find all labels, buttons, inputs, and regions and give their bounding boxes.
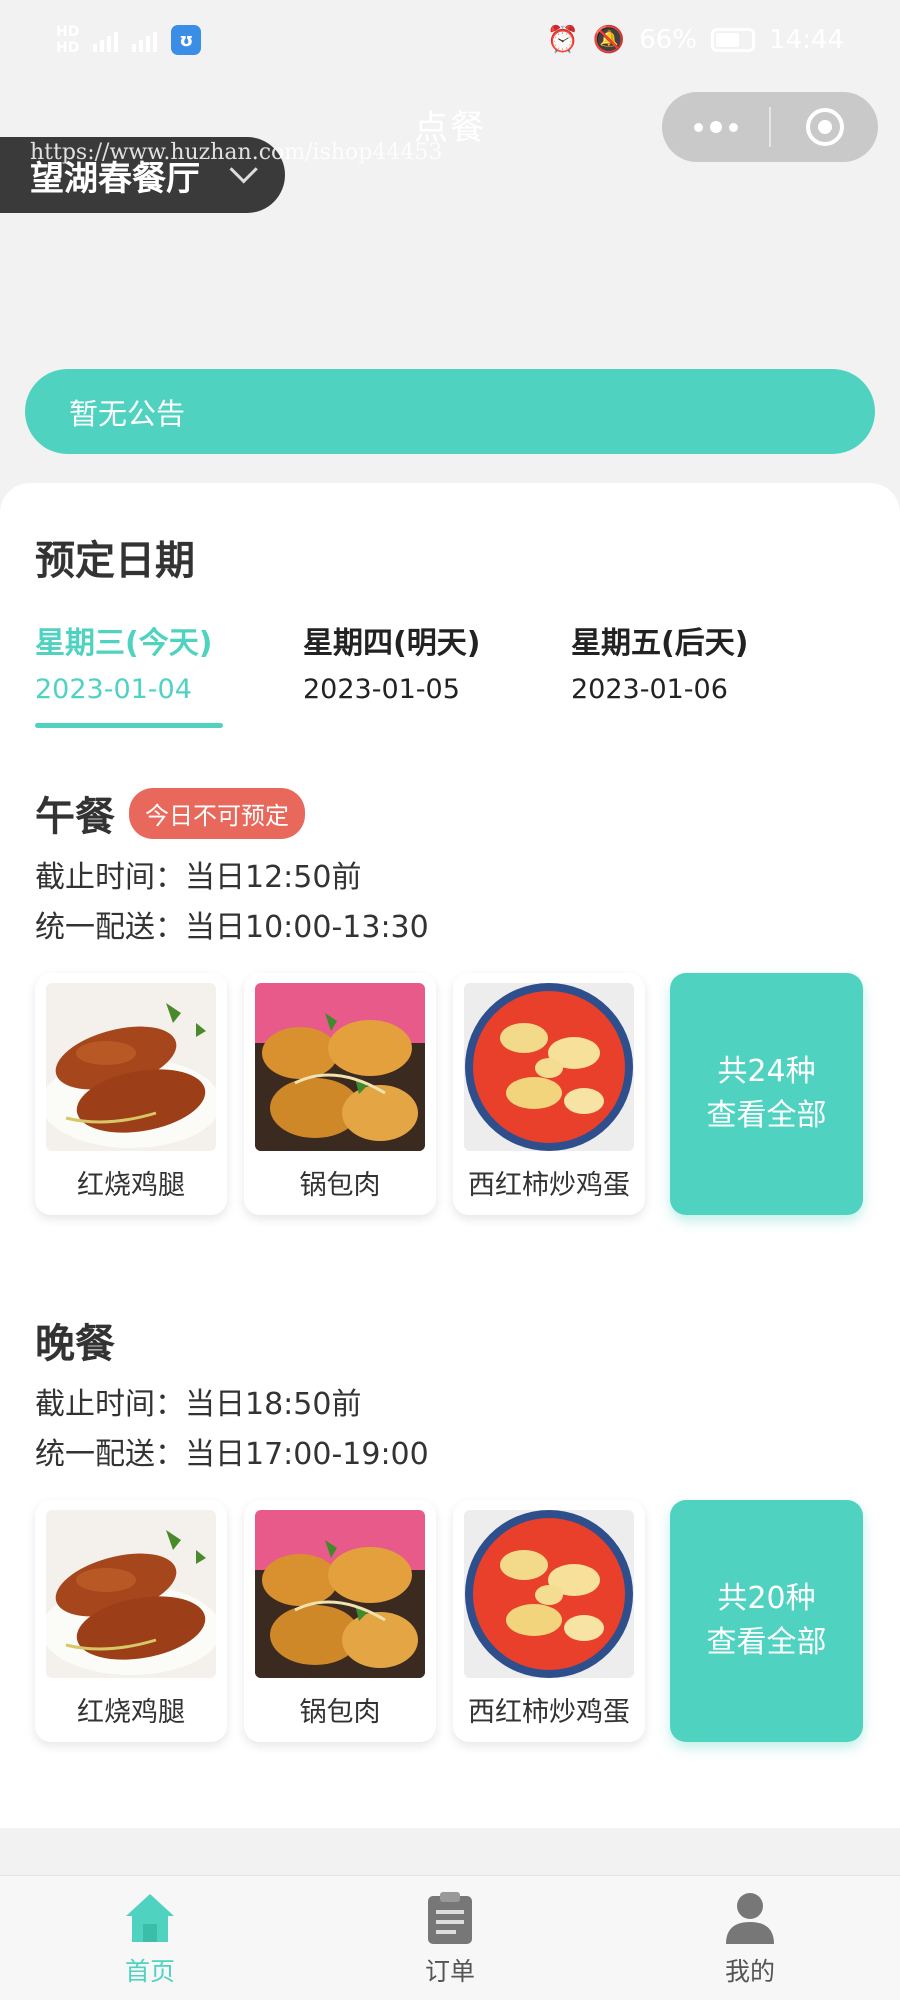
date-tab-date: 2023-01-05 — [303, 674, 460, 705]
view-all-label: 查看全部 — [706, 1625, 827, 1660]
view-all-button[interactable]: 共24种 查看全部 — [670, 973, 863, 1215]
bottom-tab-bar: 首页 订单 我的 — [0, 1875, 900, 2000]
delivery-text: 统一配送：当日17:00-19:00 — [35, 1437, 429, 1472]
dish-name: 红烧鸡腿 — [77, 1697, 185, 1728]
main-card: 预定日期 星期三(今天) 2023-01-04 星期四(明天) 2023-01-… — [0, 483, 900, 1828]
user-icon — [726, 1893, 774, 1944]
dish-photo-chicken-leg — [46, 1510, 216, 1678]
dish-photo-tomato-egg — [464, 1510, 634, 1678]
status-badge: 今日不可预定 — [129, 787, 305, 839]
alarm-icon: ⏰ — [546, 25, 579, 55]
more-menu-icon[interactable] — [662, 121, 769, 133]
dish-photo-guobaorou — [255, 983, 425, 1151]
deadline-text: 截止时间：当日18:50前 — [35, 1387, 362, 1422]
dish-count: 共20种 — [717, 1581, 816, 1616]
mini-program-capsule — [662, 92, 878, 162]
status-right: ⏰ 🔕 66% 14:44 — [547, 25, 844, 55]
signal-icon — [93, 28, 119, 52]
clipboard-icon — [428, 1892, 472, 1944]
dish-name: 锅包肉 — [299, 1697, 381, 1728]
network-label-top: HD — [56, 24, 80, 40]
close-target-icon[interactable] — [771, 108, 878, 146]
app-notification-icon: ʊ — [171, 25, 202, 55]
announcement-text: 暂无公告 — [69, 396, 186, 431]
mute-icon: 🔕 — [592, 25, 626, 55]
dish-list: 红烧鸡腿 锅包肉 — [35, 973, 865, 1215]
view-all-label: 查看全部 — [706, 1098, 827, 1133]
dish-card[interactable]: 红烧鸡腿 — [35, 973, 227, 1215]
date-tab-date: 2023-01-04 — [35, 674, 192, 705]
date-tab-weekday: 星期三(今天) — [35, 626, 213, 661]
date-tab-day-after[interactable]: 星期五(后天) 2023-01-06 — [571, 618, 748, 705]
signal-icon-2 — [132, 28, 158, 52]
tab-home[interactable]: 首页 — [0, 1876, 300, 2000]
dish-list: 红烧鸡腿 锅包肉 — [35, 1500, 865, 1742]
meal-section-lunch: 午餐 今日不可预定 截止时间：当日12:50前 统一配送：当日10:00-13:… — [35, 783, 865, 1215]
dish-card[interactable]: 红烧鸡腿 — [35, 1500, 227, 1742]
date-tab-today[interactable]: 星期三(今天) 2023-01-04 — [35, 618, 223, 728]
network-type: HD HD — [56, 24, 79, 56]
tab-label: 我的 — [724, 1957, 775, 1986]
battery-percent: 66% — [639, 25, 698, 55]
clock: 14:44 — [769, 25, 844, 55]
dish-card[interactable]: 锅包肉 — [244, 973, 436, 1215]
dish-name: 西红柿炒鸡蛋 — [468, 1697, 630, 1728]
dish-photo-guobaorou — [255, 1510, 425, 1678]
dish-name: 红烧鸡腿 — [77, 1170, 185, 1201]
view-all-button[interactable]: 共20种 查看全部 — [670, 1500, 863, 1742]
meal-title: 晚餐 — [35, 1321, 115, 1367]
status-left: HD HD ʊ — [56, 24, 202, 56]
date-tab-weekday: 星期五(后天) — [571, 626, 749, 661]
tab-mine[interactable]: 我的 — [600, 1876, 900, 2000]
dish-count: 共24种 — [717, 1054, 816, 1089]
watermark-text: https://www.huzhan.com/ishop44453 — [30, 140, 443, 165]
dish-card[interactable]: 西红柿炒鸡蛋 — [453, 973, 645, 1215]
delivery-text: 统一配送：当日10:00-13:30 — [35, 910, 429, 945]
deadline-text: 截止时间：当日12:50前 — [35, 860, 362, 895]
dish-card[interactable]: 锅包肉 — [244, 1500, 436, 1742]
dish-name: 西红柿炒鸡蛋 — [468, 1170, 630, 1201]
dish-photo-tomato-egg — [464, 983, 634, 1151]
tab-orders[interactable]: 订单 — [300, 1876, 600, 2000]
home-icon — [126, 1894, 174, 1942]
date-tab-date: 2023-01-06 — [571, 674, 728, 705]
battery-icon — [711, 28, 756, 52]
tab-label: 首页 — [124, 1957, 175, 1986]
tab-label: 订单 — [424, 1957, 475, 1986]
network-label-bottom: HD — [56, 40, 80, 56]
dish-name: 锅包肉 — [299, 1170, 381, 1201]
dish-card[interactable]: 西红柿炒鸡蛋 — [453, 1500, 645, 1742]
booking-date-title: 预定日期 — [35, 538, 195, 584]
active-tab-underline — [35, 723, 223, 728]
announcement-bar[interactable]: 暂无公告 — [25, 369, 875, 454]
date-tab-tomorrow[interactable]: 星期四(明天) 2023-01-05 — [303, 618, 480, 705]
status-bar: HD HD ʊ ⏰ 🔕 66% 14:44 — [0, 0, 900, 80]
meal-section-dinner: 晚餐 截止时间：当日18:50前 统一配送：当日17:00-19:00 红烧鸡腿… — [35, 1310, 865, 1742]
meal-title: 午餐 — [35, 794, 115, 840]
dish-photo-chicken-leg — [46, 983, 216, 1151]
date-tab-weekday: 星期四(明天) — [303, 626, 481, 661]
